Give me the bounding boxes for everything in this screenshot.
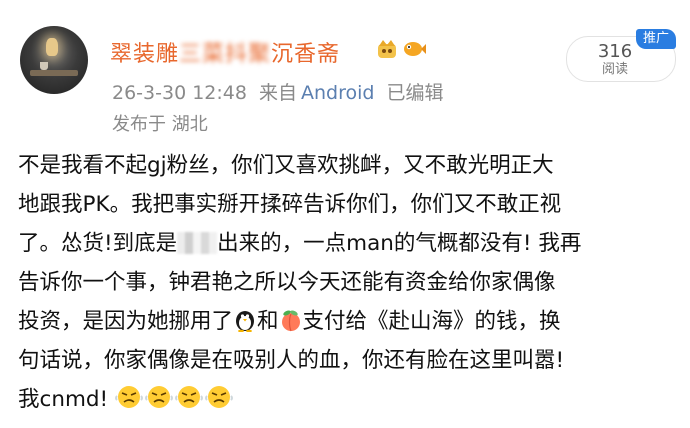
peach-icon: [281, 310, 300, 332]
mosaic-censor: [177, 232, 218, 254]
avatar[interactable]: [20, 26, 88, 94]
fish-icon: [404, 42, 426, 56]
penguin-icon: [236, 311, 255, 332]
body-line: 句话说，你家偶像是在吸别人的血，你还有脸在这里叫嚣!: [18, 348, 565, 373]
source-link[interactable]: Android: [301, 82, 374, 104]
body-line: 告诉你一个事，钟君艳之所以今天还能有资金给你家偶像: [18, 270, 556, 295]
username-start: 翠装雕: [110, 42, 180, 67]
weibo-post: 翠装雕三菜抖聚沉香斋 26-3-30 12:48 来自 Android 已编辑 发布于…: [0, 0, 690, 428]
promo-tag[interactable]: 推广: [636, 29, 676, 49]
source-prefix: 来自: [258, 82, 297, 104]
post-body: 不是我看不起gj粉丝，你们又喜欢挑衅，又不敢光明正大 地跟我PK。我把事实掰开揉…: [18, 146, 674, 419]
edited-label[interactable]: 已编辑: [386, 82, 443, 104]
angry-face-icon: [175, 386, 204, 408]
crown-icon: [378, 40, 396, 58]
location: 发布于 湖北: [112, 114, 208, 135]
angry-face-icon: [115, 386, 144, 408]
username-end: 沉香斋: [271, 42, 341, 67]
user-badges: [376, 38, 426, 60]
username[interactable]: 翠装雕三菜抖聚沉香斋: [110, 36, 340, 68]
read-count: 316: [597, 41, 633, 62]
post-meta: 26-3-30 12:48 来自 Android 已编辑: [112, 78, 453, 105]
angry-face-icon: [205, 386, 234, 408]
body-line: 不是我看不起gj粉丝，你们又喜欢挑衅，又不敢光明正大: [18, 153, 554, 178]
read-label: 阅读: [601, 62, 628, 77]
angry-face-icon: [145, 386, 174, 408]
body-line: 投资，是因为她挪用了 和 支付给《赴山海》的钱，换: [18, 309, 561, 334]
body-line: 地跟我PK。我把事实掰开揉碎告诉你们，你们又不敢正视: [18, 192, 562, 217]
body-line: 了。怂货!到底是 出来的，一点man的气概都没有! 我再: [18, 231, 582, 256]
body-line: 我cnmd!: [18, 380, 674, 419]
timestamp: 26-3-30 12:48: [112, 82, 247, 104]
username-blurred: 三菜抖聚: [179, 42, 272, 67]
